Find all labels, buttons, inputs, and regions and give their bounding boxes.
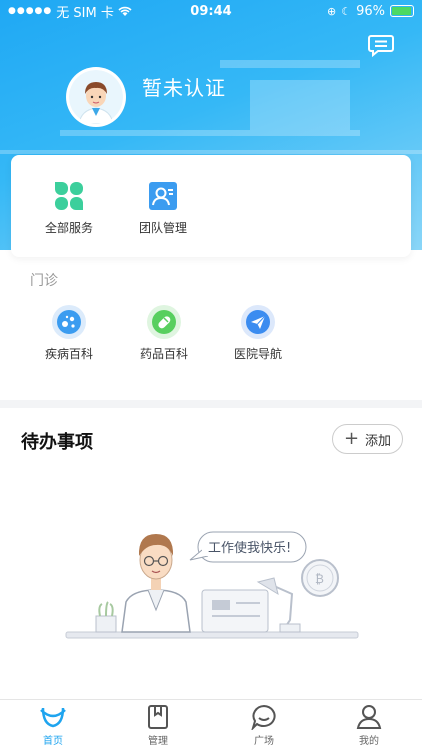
service-label: 全部服务 xyxy=(44,221,93,235)
team-icon xyxy=(149,182,177,210)
status-time: 09:44 xyxy=(190,3,232,19)
add-button-label: 添加 xyxy=(365,433,392,449)
book-icon xyxy=(148,705,168,729)
user-status-title[interactable]: 暂未认证 xyxy=(142,72,226,101)
virus-icon xyxy=(52,305,86,339)
tab-mine[interactable]: 我的 xyxy=(339,704,399,747)
section-divider xyxy=(0,400,422,408)
paper-plane-icon xyxy=(241,305,275,339)
tab-plaza[interactable]: 广场 xyxy=(234,704,294,747)
clover-icon xyxy=(55,182,83,210)
tab-home[interactable]: 首页 xyxy=(23,704,83,747)
plus-icon: + xyxy=(343,428,360,449)
clinic-item-disease-encyclopedia[interactable]: 疾病百科 xyxy=(29,305,109,362)
todo-title: 待办事项 xyxy=(21,432,93,453)
svg-text:₿: ₿ xyxy=(315,572,324,586)
home-icon xyxy=(40,707,66,728)
tab-label: 管理 xyxy=(148,736,168,747)
add-todo-button[interactable]: + 添加 xyxy=(332,424,403,454)
clinic-item-drug-encyclopedia[interactable]: 药品百科 xyxy=(124,305,204,362)
pill-icon xyxy=(147,305,181,339)
carrier-label: 无 SIM 卡 xyxy=(56,5,114,21)
service-all-services[interactable]: 全部服务 xyxy=(29,179,109,236)
tab-label: 广场 xyxy=(254,736,274,747)
empty-state-illustration: ₿ 工作使我快乐! xyxy=(65,531,359,639)
doctor-avatar-icon xyxy=(69,70,123,124)
tab-manage[interactable]: 管理 xyxy=(128,704,188,747)
section-title-clinic: 门诊 xyxy=(30,273,58,289)
clinic-label: 疾病百科 xyxy=(44,347,93,361)
battery-percent: 96% xyxy=(356,3,385,19)
tab-label: 我的 xyxy=(359,736,379,747)
wifi-icon xyxy=(118,6,132,16)
profile-icon xyxy=(356,705,382,729)
moon-icon: ☾ xyxy=(341,4,352,18)
status-bar: ●●●●● 无 SIM 卡 09:44 ⊕ ☾ 96% xyxy=(0,0,422,22)
battery-icon xyxy=(390,5,414,17)
empty-state-bubble-text: 工作使我快乐! xyxy=(208,540,291,556)
orientation-lock-icon: ⊕ xyxy=(327,4,337,18)
avatar[interactable] xyxy=(66,67,126,127)
chat-bubble-icon xyxy=(251,704,276,730)
tab-label: 首页 xyxy=(43,736,63,747)
service-label: 团队管理 xyxy=(138,221,187,235)
clinic-label: 医院导航 xyxy=(233,347,282,361)
signal-dots-icon: ●●●●● xyxy=(8,6,53,16)
service-team-management[interactable]: 团队管理 xyxy=(123,179,203,236)
tab-bar: 首页 管理 广场 我的 xyxy=(0,699,422,750)
service-card: 全部服务 团队管理 xyxy=(11,155,411,257)
clinic-item-hospital-navigation[interactable]: 医院导航 xyxy=(218,305,298,362)
message-icon[interactable] xyxy=(368,34,394,58)
clinic-label: 药品百科 xyxy=(139,347,188,361)
